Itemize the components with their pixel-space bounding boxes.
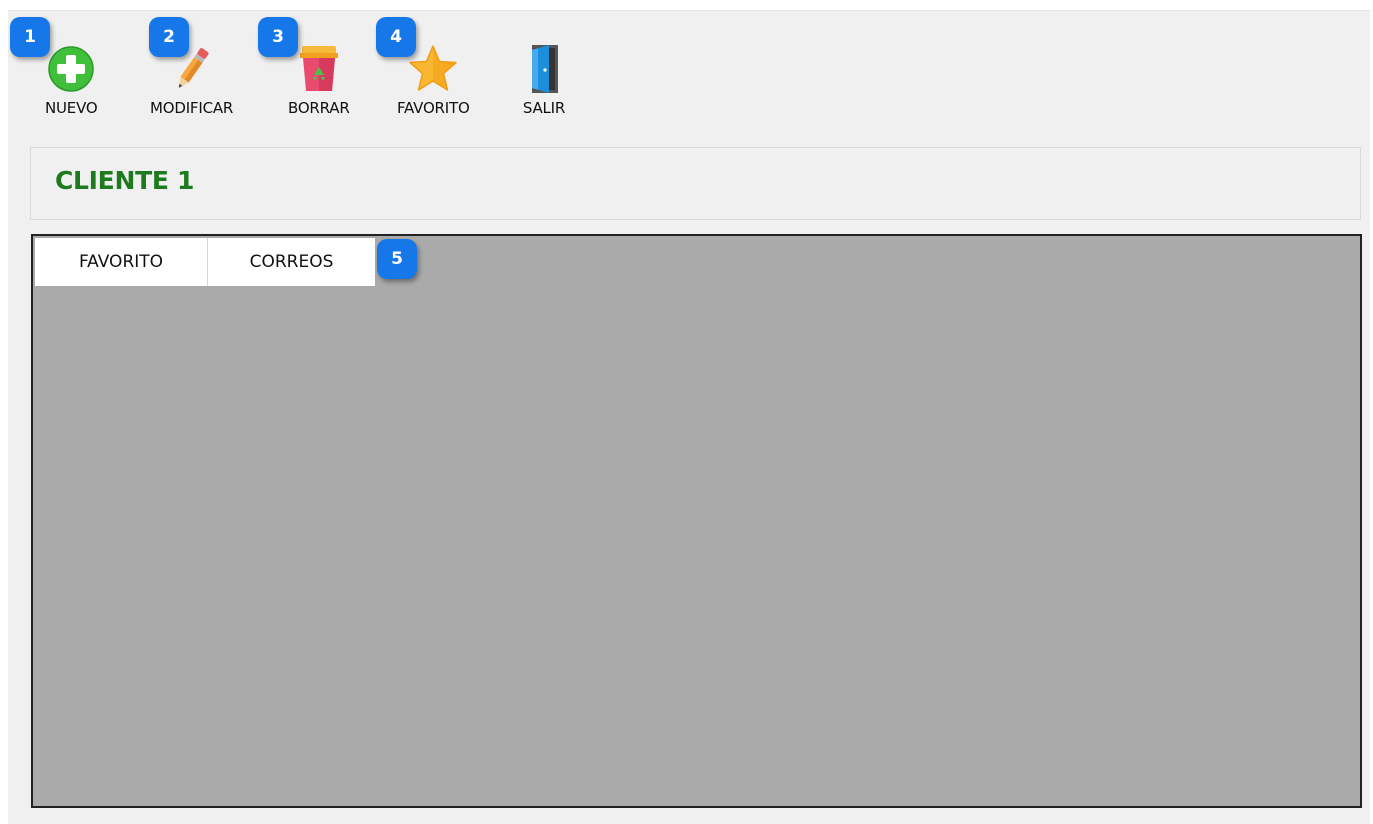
borrar-button[interactable]: BORRAR [288, 43, 350, 117]
client-header-panel: CLIENTE 1 [30, 147, 1361, 220]
tab-correos[interactable]: CORREOS [208, 238, 375, 286]
callout-badge-4: 4 [376, 17, 416, 57]
salir-label: SALIR [522, 99, 566, 117]
toolbar: NUEVO MODIFICAR BORRAR FAVORITO SALIR 1 … [8, 11, 1370, 136]
callout-badge-3: 3 [258, 17, 298, 57]
plus-circle-icon [45, 43, 97, 95]
nuevo-button[interactable]: NUEVO [45, 43, 98, 117]
tab-favorito[interactable]: FAVORITO [35, 238, 208, 286]
salir-button[interactable]: SALIR [518, 43, 570, 117]
callout-badge-5: 5 [377, 239, 417, 279]
borrar-label: BORRAR [288, 99, 350, 117]
tab-strip: FAVORITO CORREOS [35, 238, 375, 286]
door-exit-icon [518, 43, 570, 95]
tab-content-area: FAVORITO CORREOS [31, 234, 1362, 808]
favorito-label: FAVORITO [397, 99, 470, 117]
callout-badge-1: 1 [10, 17, 50, 57]
app-window: NUEVO MODIFICAR BORRAR FAVORITO SALIR 1 … [8, 10, 1370, 824]
nuevo-label: NUEVO [45, 99, 98, 117]
modificar-label: MODIFICAR [150, 99, 234, 117]
callout-badge-2: 2 [149, 17, 189, 57]
client-title: CLIENTE 1 [55, 166, 195, 195]
recycle-bin-icon [293, 43, 345, 95]
